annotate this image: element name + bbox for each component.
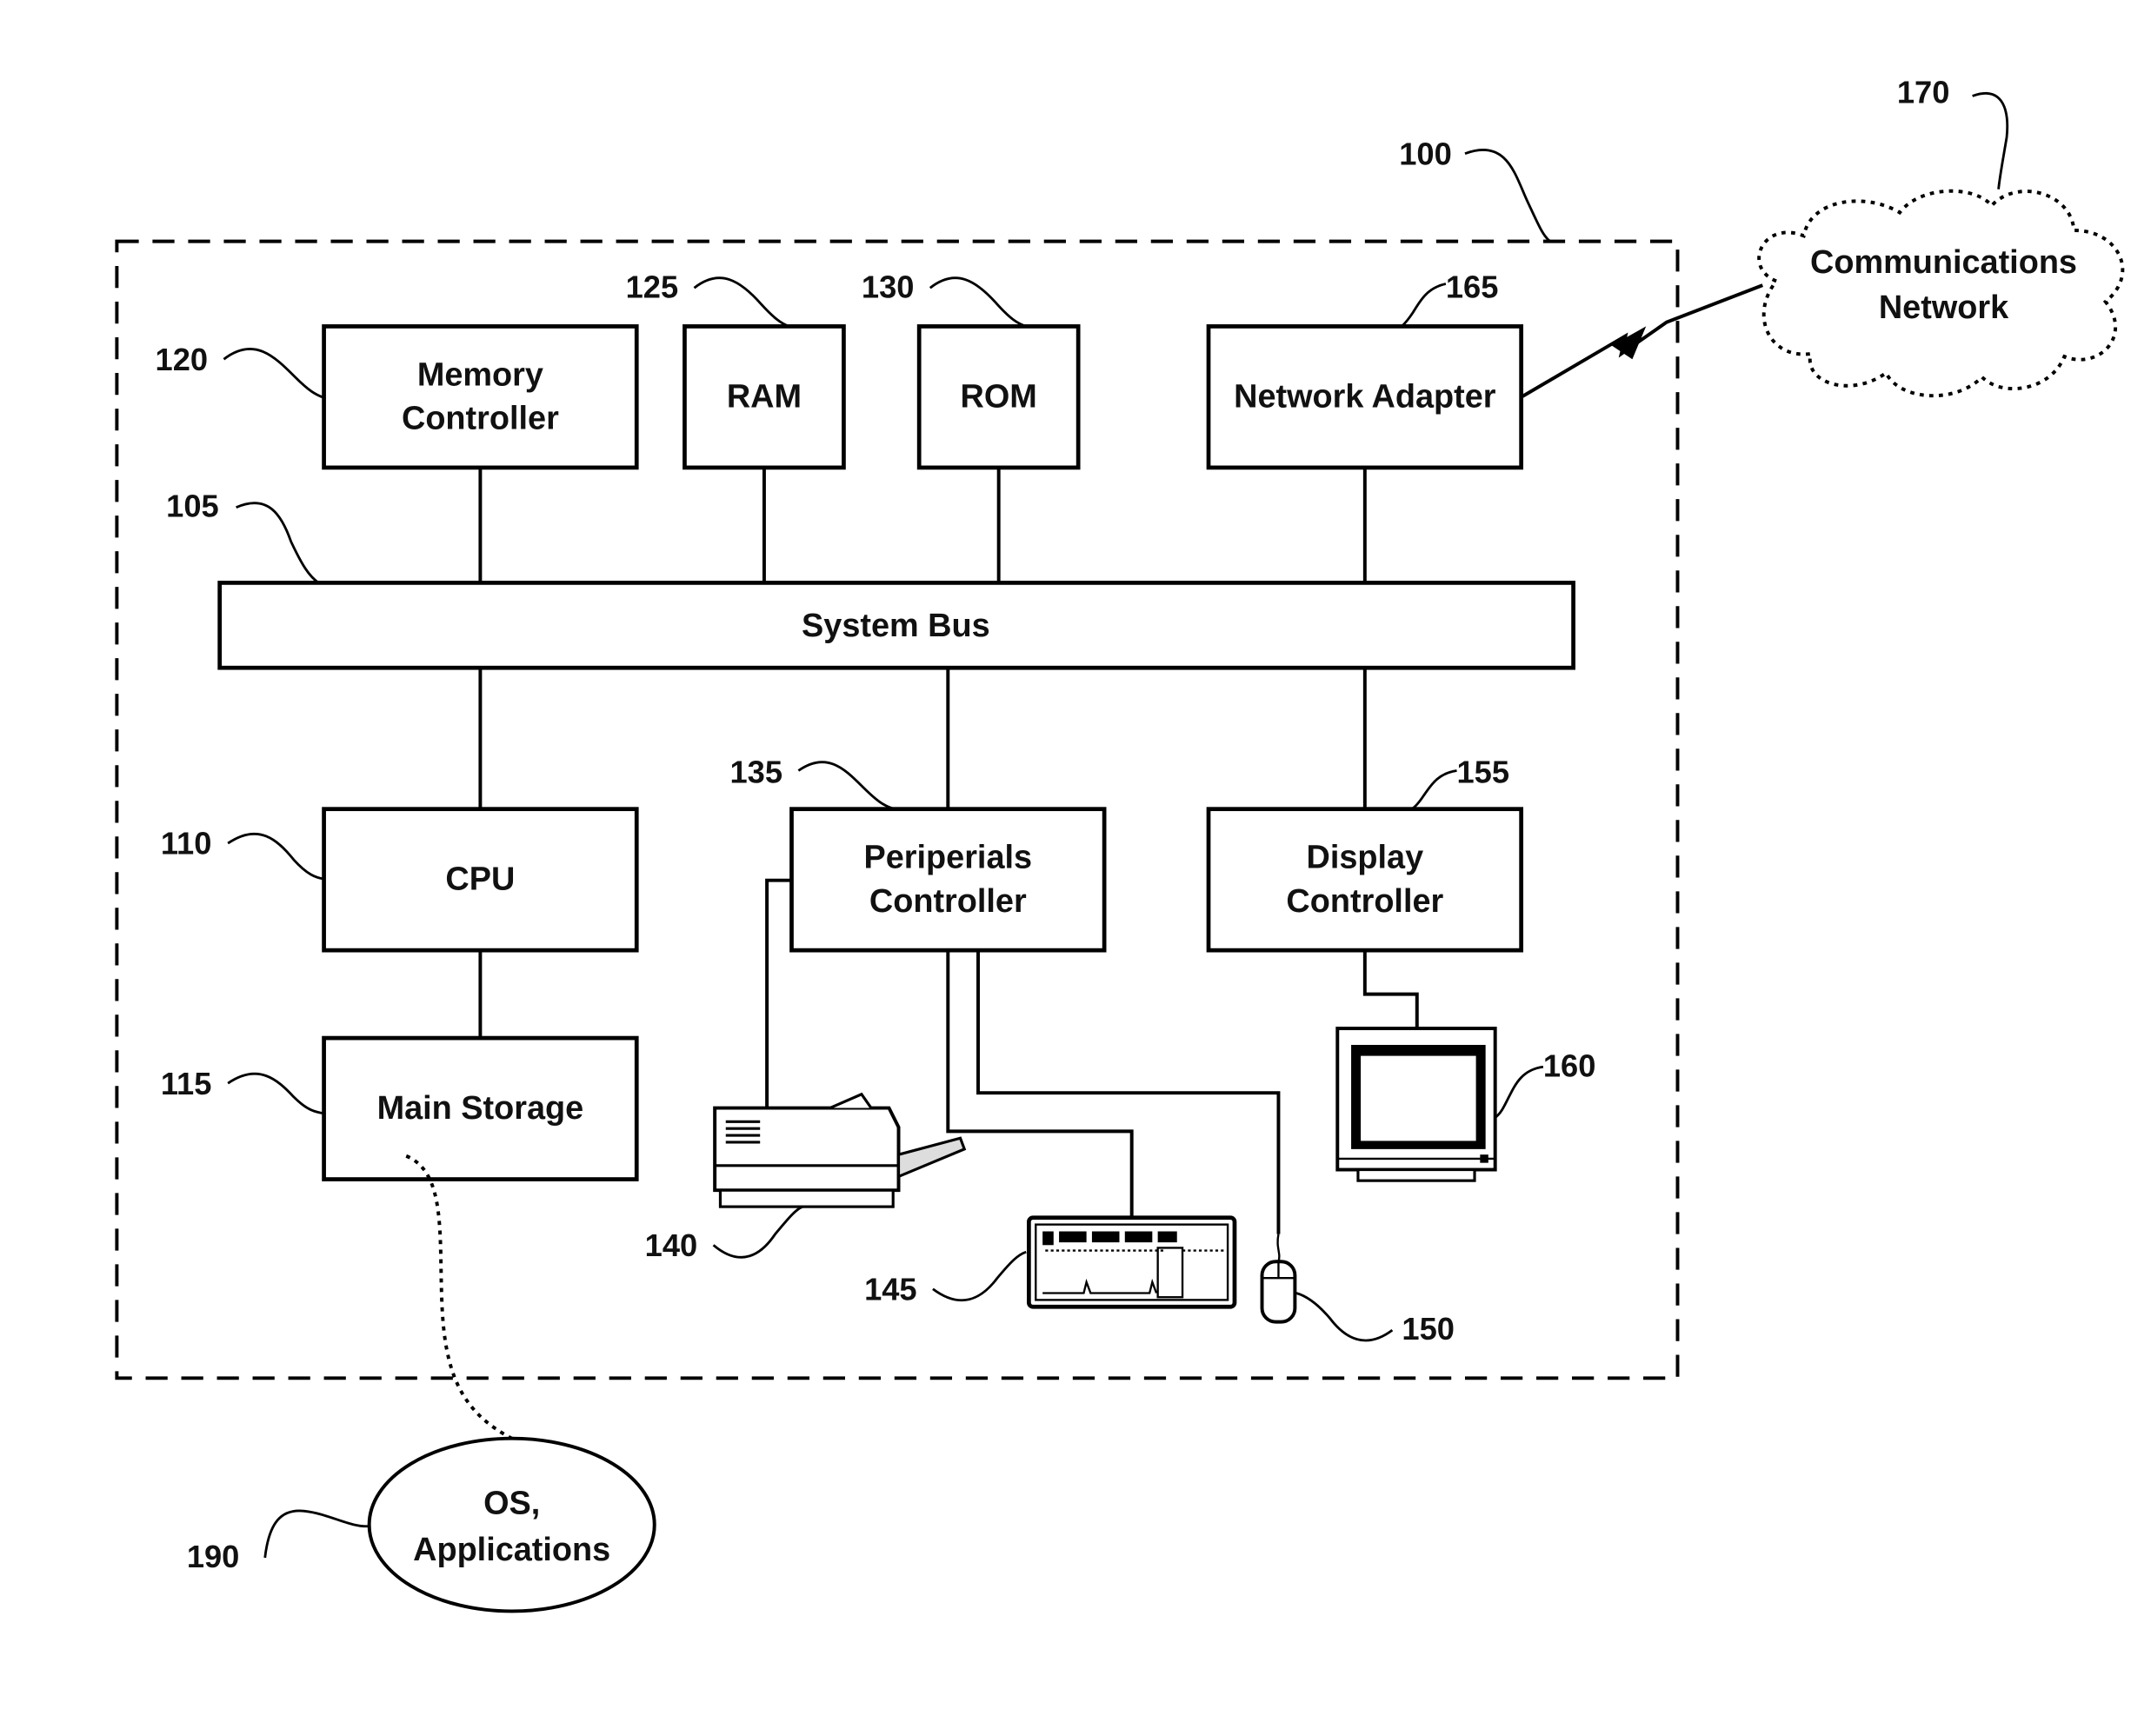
- cable-monitor: [1362, 950, 1419, 1029]
- ref-system: 100: [1399, 136, 1452, 171]
- leader-cpu: [227, 832, 324, 881]
- ram-block: RAM: [683, 324, 846, 470]
- ram-label: RAM: [727, 378, 802, 415]
- leader-software: [263, 1509, 370, 1559]
- leader-main-storage: [227, 1072, 324, 1115]
- cpu-block: CPU: [322, 807, 639, 953]
- system-bus: System Bus: [217, 581, 1575, 670]
- leader-mouse: [1295, 1292, 1394, 1342]
- network-adapter-block: Network Adapter: [1206, 324, 1524, 470]
- memory-controller-label-1: Memory: [417, 356, 543, 393]
- os-applications-ellipse: OS, Applications: [367, 1436, 656, 1613]
- printer-icon: [713, 1092, 967, 1208]
- network-label-1: Communications: [1810, 244, 2077, 281]
- ref-printer: 140: [645, 1227, 698, 1263]
- wireless-link-icon: [1522, 283, 1763, 398]
- cable-printer: [765, 878, 792, 1108]
- memory-controller-block: Memory Controller: [322, 324, 639, 470]
- leader-monitor: [1494, 1065, 1544, 1119]
- rom-label: ROM: [961, 378, 1037, 415]
- leader-peripherals-controller: [797, 761, 896, 811]
- system-bus-label: System Bus: [802, 608, 990, 644]
- ref-system-bus: 105: [166, 489, 219, 524]
- network-label-2: Network: [1879, 289, 2009, 326]
- display-controller-label-2: Controller: [1286, 883, 1443, 920]
- leader-keyboard: [932, 1250, 1027, 1302]
- ref-keyboard: 145: [864, 1271, 917, 1307]
- ref-main-storage: 115: [161, 1066, 212, 1101]
- peripherals-controller-label-1: Periperials: [864, 840, 1033, 876]
- communications-network-cloud: Communications Network: [1757, 189, 2125, 398]
- ref-network: 170: [1897, 74, 1950, 110]
- mouse-icon: [1260, 1234, 1297, 1324]
- ref-cpu: 110: [161, 826, 212, 861]
- storage-software-link: [405, 1154, 516, 1442]
- leader-memory-controller: [223, 348, 325, 399]
- leader-system: [1464, 148, 1551, 243]
- software-label-1: OS,: [483, 1485, 540, 1521]
- cable-mouse: [976, 950, 1281, 1234]
- display-controller-block: Display Controller: [1206, 807, 1524, 953]
- memory-controller-label-2: Controller: [402, 401, 559, 437]
- main-storage-block: Main Storage: [322, 1035, 639, 1181]
- display-controller-label-1: Display: [1307, 840, 1424, 876]
- leader-system-bus: [236, 502, 320, 584]
- ref-software: 190: [187, 1539, 240, 1574]
- ref-display-controller: 155: [1457, 755, 1510, 790]
- leader-printer: [712, 1205, 803, 1259]
- keyboard-icon: [1027, 1215, 1237, 1309]
- cpu-label: CPU: [445, 861, 515, 898]
- ref-ram: 125: [626, 269, 679, 304]
- leader-rom: [929, 276, 1027, 328]
- software-label-2: Applications: [413, 1532, 610, 1568]
- ref-peripherals-controller: 135: [729, 755, 782, 790]
- cable-keyboard: [946, 950, 1134, 1218]
- monitor-icon: [1335, 1027, 1497, 1182]
- ref-network-adapter: 165: [1446, 269, 1499, 304]
- leader-ram: [693, 276, 789, 328]
- ref-rom: 130: [862, 269, 915, 304]
- leader-network-adapter: [1401, 283, 1447, 328]
- leader-network: [1972, 92, 2009, 190]
- leader-display-controller: [1410, 769, 1457, 810]
- computer-system-diagram: 100 Memory Controller 120 RAM 125 ROM 13…: [115, 74, 2125, 1613]
- ref-memory-controller: 120: [156, 342, 209, 377]
- peripherals-controller-block: Periperials Controller: [789, 807, 1107, 953]
- main-storage-label: Main Storage: [377, 1090, 584, 1127]
- rom-block: ROM: [916, 324, 1081, 470]
- ref-mouse: 150: [1402, 1311, 1455, 1347]
- ref-monitor: 160: [1543, 1048, 1596, 1083]
- peripherals-controller-label-2: Controller: [869, 883, 1027, 920]
- network-adapter-label: Network Adapter: [1234, 378, 1496, 415]
- lightning-bolt-icon: [1611, 326, 1647, 360]
